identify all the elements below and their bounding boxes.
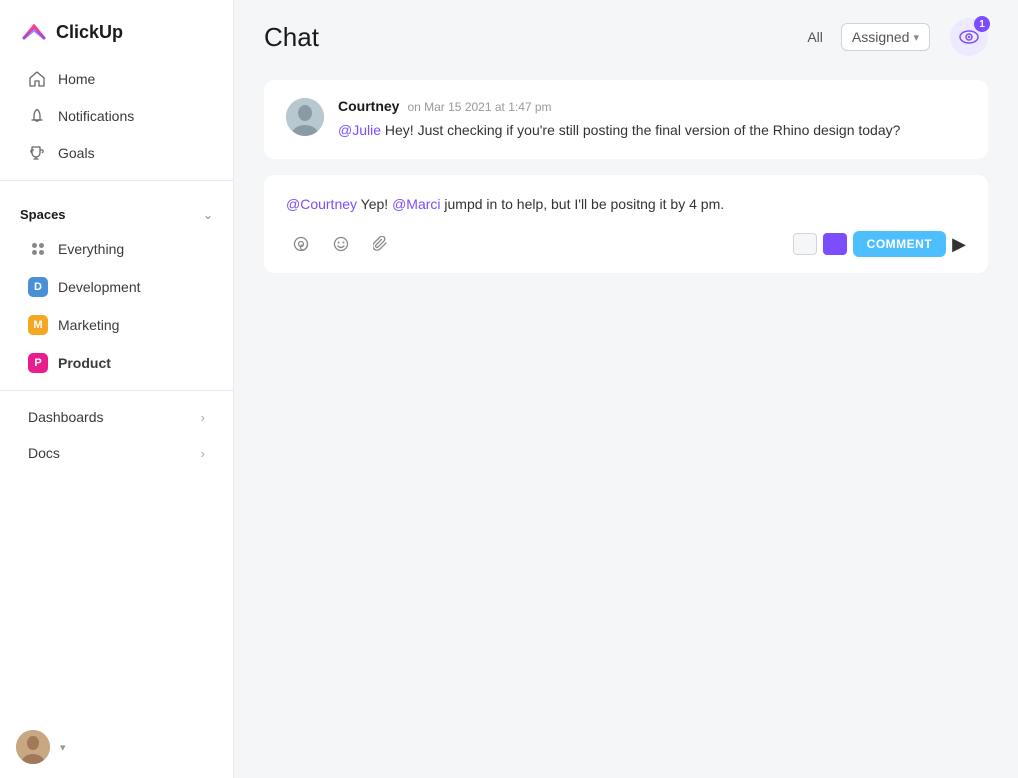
trophy-icon [28,144,46,162]
tab-assigned-label: Assigned [852,29,910,45]
space-marketing-label: Marketing [58,317,119,333]
space-development-label: Development [58,279,141,295]
emoji-button[interactable] [326,229,356,259]
chat-header: Chat All Assigned ▾ 1 [234,0,1018,70]
format-box-2[interactable] [823,233,847,255]
nav-notifications[interactable]: Notifications [8,98,225,134]
message-body: Hey! Just checking if you're still posti… [381,122,900,138]
message-avatar [286,98,324,136]
nav-notifications-label: Notifications [58,108,134,124]
nav-goals[interactable]: Goals [8,135,225,171]
watch-button[interactable]: 1 [950,18,988,56]
reply-block: @Courtney Yep! @Marci jumpd in to help, … [264,175,988,273]
nav-goals-label: Goals [58,145,95,161]
reply-actions-right: COMMENT ▶ [793,231,966,257]
nav-dashboards-label: Dashboards [28,409,104,425]
avatar [16,730,50,764]
message-header: Courtney on Mar 15 2021 at 1:47 pm [338,98,966,114]
cursor-icon: ▶ [952,235,966,253]
sidebar-divider-2 [0,390,233,391]
reply-text2: jumpd in to help, but I'll be positng it… [441,196,725,212]
sidebar-divider-1 [0,180,233,181]
mention-button[interactable] [286,229,316,259]
sidebar: ClickUp Home Notifications [0,0,234,778]
space-product-label: Product [58,355,111,371]
message-time: on Mar 15 2021 at 1:47 pm [407,100,551,114]
space-development[interactable]: D Development [8,269,225,305]
message-content: Courtney on Mar 15 2021 at 1:47 pm @Juli… [338,98,966,141]
spaces-header[interactable]: Spaces ⌄ [0,193,233,230]
development-badge: D [28,277,48,297]
mention-julie: @Julie [338,122,381,138]
spaces-chevron-icon: ⌄ [203,208,213,222]
main-nav: Home Notifications [0,60,233,172]
nav-home-label: Home [58,71,95,87]
nav-docs-label: Docs [28,445,60,461]
reply-text: @Courtney Yep! @Marci jumpd in to help, … [286,193,966,215]
logo-text: ClickUp [56,22,123,43]
tab-all[interactable]: All [799,24,831,50]
logo[interactable]: ClickUp [0,0,233,60]
message-text: @Julie Hey! Just checking if you're stil… [338,120,966,141]
user-dropdown-icon: ▾ [60,741,66,754]
reply-toolbar: COMMENT ▶ [286,229,966,259]
format-box-1[interactable] [793,233,817,255]
space-marketing[interactable]: M Marketing [8,307,225,343]
space-everything-label: Everything [58,241,124,257]
chat-area: Courtney on Mar 15 2021 at 1:47 pm @Juli… [234,70,1018,778]
message-author: Courtney [338,98,399,114]
bell-icon [28,107,46,125]
message-block: Courtney on Mar 15 2021 at 1:47 pm @Juli… [264,80,988,159]
tab-assigned[interactable]: Assigned ▾ [841,23,930,51]
nav-docs[interactable]: Docs › [8,436,225,470]
space-everything[interactable]: Everything [8,231,225,267]
user-profile[interactable]: ▾ [0,716,233,778]
spaces-title: Spaces [20,207,66,222]
dots-icon [28,239,48,259]
tab-assigned-chevron: ▾ [913,31,919,44]
mention-marci: @Marci [392,196,440,212]
main-content: Chat All Assigned ▾ 1 [234,0,1018,778]
nav-dashboards[interactable]: Dashboards › [8,400,225,434]
dashboards-chevron-icon: › [201,410,205,425]
docs-chevron-icon: › [201,446,205,461]
comment-button[interactable]: COMMENT [853,231,947,257]
space-product[interactable]: P Product [8,345,225,381]
product-badge: P [28,353,48,373]
page-title: Chat [264,22,779,53]
watch-count-badge: 1 [974,16,990,32]
mention-courtney: @Courtney [286,196,357,212]
nav-home[interactable]: Home [8,61,225,97]
reply-text1: Yep! [357,196,392,212]
attachment-button[interactable] [366,229,396,259]
filter-tabs: All Assigned ▾ [799,23,930,51]
home-icon [28,70,46,88]
marketing-badge: M [28,315,48,335]
